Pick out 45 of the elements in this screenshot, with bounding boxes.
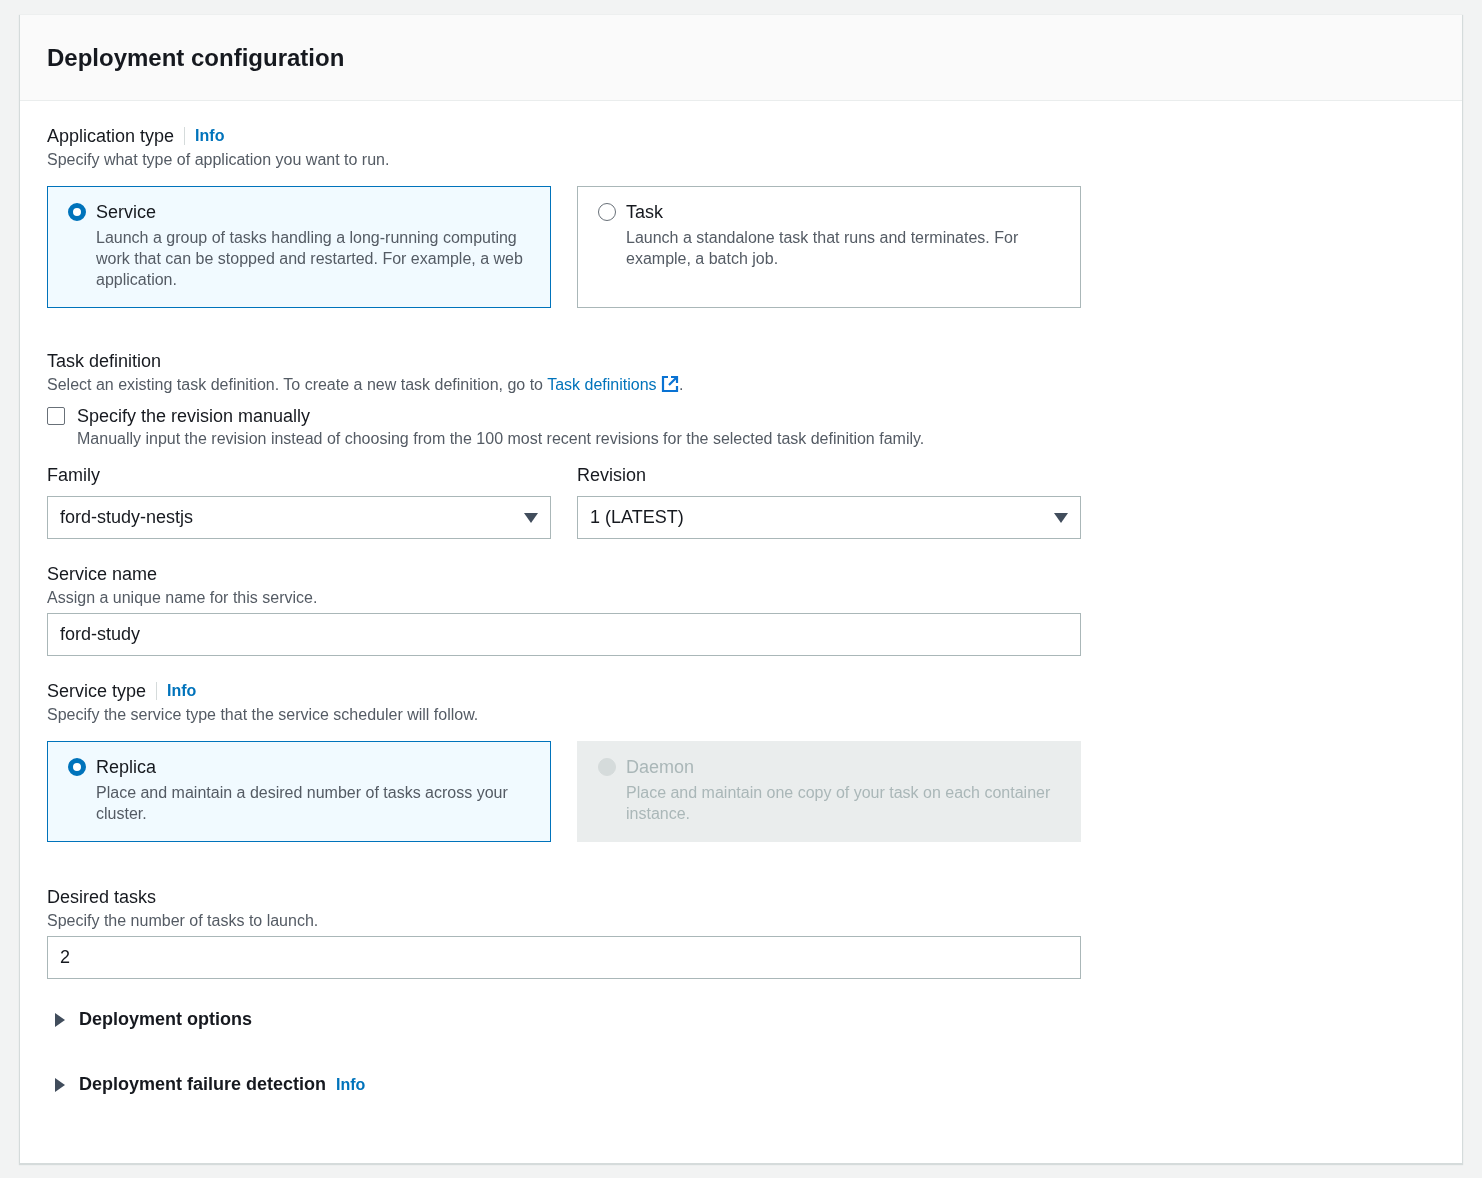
- info-link[interactable]: Info: [336, 1075, 366, 1094]
- external-link-icon: [661, 375, 679, 393]
- radio-button[interactable]: [598, 203, 616, 221]
- field-description: Select an existing task definition. To create a new task definition, go to Task definitions .: [47, 374, 684, 395]
- checkbox-label: Specify the revision manually: [77, 405, 311, 428]
- option-label: Task: [626, 201, 663, 223]
- field-label: Application type: [47, 125, 175, 148]
- info-link[interactable]: Info: [156, 682, 197, 700]
- caret-right-icon: [55, 1077, 65, 1092]
- task-definitions-link[interactable]: Task definitions: [547, 376, 679, 393]
- field-description: Specify the number of tasks to launch.: [47, 911, 319, 931]
- expandable-section-header[interactable]: Deployment failure detection: [55, 1074, 327, 1095]
- info-link[interactable]: Info: [184, 127, 225, 145]
- radio-tile[interactable]: Task Launch a standalone task that runs and terminates. For example, a batch job.: [577, 186, 1081, 308]
- option-label: Daemon: [626, 756, 695, 778]
- desired-tasks-input[interactable]: 2: [47, 936, 1081, 979]
- caret-down-icon: [1054, 512, 1068, 523]
- caret-down-icon: [524, 512, 538, 523]
- option-description: Launch a standalone task that runs and terminates. For example, a batch job.: [626, 228, 1020, 269]
- radio-button[interactable]: [68, 203, 86, 221]
- field-label: Family: [47, 464, 100, 487]
- option-label: Service: [96, 201, 157, 223]
- option-description: Launch a group of tasks handling a long-running computing work that can be stopped and restarted. For example, a web application.: [96, 228, 524, 290]
- family-select[interactable]: ford-study-nestjs: [47, 496, 551, 539]
- revision-select[interactable]: 1 (LATEST): [577, 496, 1081, 539]
- field-label: Desired tasks: [47, 886, 157, 909]
- field-label: Service type: [47, 680, 147, 703]
- field-description: Specify the service type that the service scheduler will follow.: [47, 705, 479, 725]
- radio-tile[interactable]: Replica Place and maintain a desired number of tasks across your cluster.: [47, 741, 551, 842]
- checkbox-description: Manually input the revision instead of choosing from the 100 most recent revisions for the selected task definition family.: [77, 429, 925, 449]
- panel-title: Deployment configuration: [47, 43, 345, 72]
- field-label: Task definition: [47, 350, 162, 373]
- expandable-section-header[interactable]: Deployment options: [55, 1009, 252, 1030]
- option-description: Place and maintain one copy of your task on each container instance.: [626, 783, 1052, 824]
- option-label: Replica: [96, 756, 157, 778]
- caret-right-icon: [55, 1012, 65, 1027]
- checkbox[interactable]: [47, 407, 65, 425]
- radio-button[interactable]: [68, 758, 86, 776]
- field-label: Service name: [47, 563, 158, 586]
- field-description: Assign a unique name for this service.: [47, 588, 318, 608]
- service-name-input[interactable]: ford-study: [47, 613, 1081, 656]
- radio-tile[interactable]: Service Launch a group of tasks handling a long-running computing work that can be stopped and restarted. For example, a web application.: [47, 186, 551, 308]
- option-description: Place and maintain a desired number of tasks across your cluster.: [96, 783, 509, 824]
- field-label: Revision: [577, 464, 647, 487]
- field-description: Specify what type of application you want to run.: [47, 150, 390, 170]
